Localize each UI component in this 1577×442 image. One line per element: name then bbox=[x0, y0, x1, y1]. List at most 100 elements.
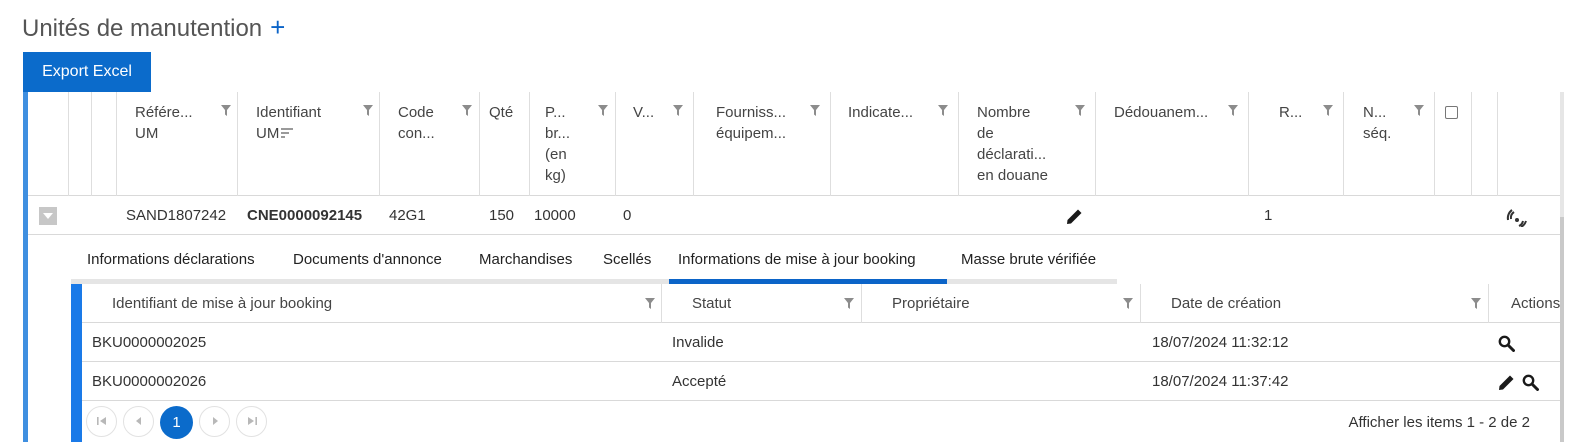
tab-scelles[interactable]: Scellés bbox=[603, 251, 651, 268]
cell-poids-brut: 10000 bbox=[534, 207, 576, 224]
filter-icon[interactable] bbox=[1228, 105, 1238, 116]
tab-marchandises[interactable]: Marchandises bbox=[479, 251, 572, 268]
cell-identifiant-um: CNE0000092145 bbox=[247, 207, 363, 224]
table-row[interactable]: BKU0000002026 Accepté 18/07/2024 11:37:4… bbox=[82, 362, 1564, 401]
cell-qte: 150 bbox=[489, 207, 515, 224]
cell-statut: Accepté bbox=[672, 373, 727, 390]
column-header-label: Référe... UM bbox=[135, 104, 193, 142]
column-header-label: P... br... (en kg) bbox=[545, 104, 571, 184]
filter-icon[interactable] bbox=[810, 105, 820, 116]
column-header-nombre-declarations[interactable]: Nombre de déclarati... en douane bbox=[959, 92, 1096, 196]
column-header-identifiant-um[interactable]: Identifiant UM bbox=[238, 92, 380, 196]
column-header-dedouanement[interactable]: Dédouanem... bbox=[1096, 92, 1249, 196]
column-header-label: Nombre de déclarati... en douane bbox=[977, 104, 1048, 184]
cell-reference-um: SAND1807242 bbox=[126, 207, 227, 224]
current-page-button[interactable]: 1 bbox=[160, 406, 193, 439]
filter-icon[interactable] bbox=[1471, 298, 1481, 309]
column-header-actions: Actions bbox=[1489, 284, 1564, 323]
signal-icon[interactable] bbox=[1506, 209, 1528, 231]
table-row[interactable]: BKU0000002025 Invalide 18/07/2024 11:32:… bbox=[82, 323, 1564, 362]
subgrid-header-row: Identifiant de mise à jour booking Statu… bbox=[82, 284, 1564, 323]
column-header-code-conteneur[interactable]: Code con... bbox=[380, 92, 480, 196]
filter-icon[interactable] bbox=[844, 298, 854, 309]
next-page-icon bbox=[212, 417, 218, 425]
column-header-label: Actions bbox=[1511, 295, 1561, 312]
scrollbar-thumb[interactable] bbox=[1560, 217, 1564, 442]
pencil-icon[interactable] bbox=[1066, 208, 1083, 229]
column-header-date-creation[interactable]: Date de création bbox=[1141, 284, 1489, 323]
column-header-label: Propriétaire bbox=[892, 295, 970, 312]
detail-tabstrip: Informations déclarations Documents d'an… bbox=[71, 235, 1141, 284]
column-header-label: Qté bbox=[489, 104, 514, 121]
pencil-icon[interactable] bbox=[1498, 374, 1515, 395]
filter-icon[interactable] bbox=[938, 105, 948, 116]
previous-page-button[interactable] bbox=[123, 406, 154, 437]
filter-icon[interactable] bbox=[645, 298, 655, 309]
header-spacer-cell bbox=[1472, 92, 1498, 196]
pagination: 1 Afficher les items 1 - 2 de 2 bbox=[82, 401, 1564, 442]
previous-page-icon bbox=[135, 417, 141, 425]
header-spacer-cell bbox=[69, 92, 92, 196]
last-page-button[interactable] bbox=[236, 406, 267, 437]
header-spacer-cell bbox=[1498, 92, 1563, 196]
first-page-button[interactable] bbox=[86, 406, 117, 437]
filter-icon[interactable] bbox=[462, 105, 472, 116]
filter-icon[interactable] bbox=[673, 105, 683, 116]
column-header-reference-um[interactable]: Référe... UM bbox=[117, 92, 238, 196]
add-handling-unit-button[interactable]: + bbox=[270, 12, 285, 42]
triangle-down-icon bbox=[43, 213, 53, 219]
tab-informations-mise-a-jour-booking[interactable]: Informations de mise à jour booking bbox=[678, 251, 916, 268]
column-header-label: Statut bbox=[692, 295, 732, 312]
expand-row-toggle[interactable] bbox=[39, 207, 57, 225]
next-page-button[interactable] bbox=[199, 406, 230, 437]
column-header-qte[interactable]: Qté bbox=[480, 92, 530, 196]
filter-icon[interactable] bbox=[598, 105, 608, 116]
tab-informations-declarations[interactable]: Informations déclarations bbox=[87, 251, 255, 268]
filter-icon[interactable] bbox=[1323, 105, 1333, 116]
magnifier-icon[interactable] bbox=[1498, 335, 1515, 356]
column-header-label: Fourniss... équipem... bbox=[716, 104, 787, 142]
first-page-icon bbox=[96, 417, 106, 425]
column-header-poids-brut[interactable]: P... br... (en kg) bbox=[530, 92, 616, 196]
last-page-icon bbox=[247, 417, 257, 425]
column-header-label: Identifiant UM bbox=[256, 104, 322, 142]
filter-icon[interactable] bbox=[1075, 105, 1085, 116]
column-header-identifiant-booking[interactable]: Identifiant de mise à jour booking bbox=[82, 284, 662, 323]
column-header-numero-sequence[interactable]: N... séq. bbox=[1344, 92, 1435, 196]
cell-code-conteneur: 42G1 bbox=[389, 207, 426, 224]
cell-statut: Invalide bbox=[672, 334, 724, 351]
page-title: Unités de manutention + bbox=[22, 12, 285, 43]
filter-icon[interactable] bbox=[1123, 298, 1133, 309]
handling-units-grid: Référe... UM Identifiant UM Code con... Qté… bbox=[23, 92, 1564, 442]
filter-icon[interactable] bbox=[221, 105, 231, 116]
header-spacer-cell bbox=[92, 92, 117, 196]
column-header-fournisseur[interactable]: Fourniss... équipem... bbox=[694, 92, 831, 196]
column-header-label: R... bbox=[1279, 104, 1303, 121]
tab-masse-brute-verifiee[interactable]: Masse brute vérifiée bbox=[961, 251, 1096, 268]
column-header-label: Code con... bbox=[398, 104, 435, 142]
column-header-label: Date de création bbox=[1171, 295, 1282, 312]
column-header-proprietaire[interactable]: Propriétaire bbox=[862, 284, 1141, 323]
column-header-label: Identifiant de mise à jour booking bbox=[112, 295, 333, 312]
grid-header-row: Référe... UM Identifiant UM Code con... Qté… bbox=[28, 92, 1563, 196]
page-title-text: Unités de manutention bbox=[22, 15, 263, 42]
filter-icon[interactable] bbox=[1414, 105, 1424, 116]
column-header-v[interactable]: V... bbox=[616, 92, 694, 196]
magnifier-icon[interactable] bbox=[1522, 374, 1539, 395]
column-header-r[interactable]: R... bbox=[1249, 92, 1344, 196]
column-header-indicateur[interactable]: Indicate... bbox=[831, 92, 959, 196]
column-header-statut[interactable]: Statut bbox=[662, 284, 862, 323]
cell-v: 0 bbox=[623, 207, 632, 224]
column-header-select-all bbox=[1435, 92, 1472, 196]
export-excel-button[interactable]: Export Excel bbox=[23, 52, 151, 92]
tab-documents-annonce[interactable]: Documents d'annonce bbox=[293, 251, 442, 268]
cell-date-creation: 18/07/2024 11:32:12 bbox=[1152, 334, 1289, 351]
pager-info: Afficher les items 1 - 2 de 2 bbox=[1348, 414, 1530, 431]
table-row[interactable]: SAND1807242 CNE0000092145 42G1 150 10000… bbox=[28, 197, 1563, 235]
filter-icon[interactable] bbox=[363, 105, 373, 116]
sort-icon[interactable] bbox=[281, 124, 294, 138]
column-header-label: N... séq. bbox=[1363, 104, 1392, 142]
cell-identifiant-booking: BKU0000002026 bbox=[92, 373, 207, 390]
subgrid-accent-bar bbox=[71, 284, 82, 442]
select-all-checkbox[interactable] bbox=[1445, 106, 1458, 119]
